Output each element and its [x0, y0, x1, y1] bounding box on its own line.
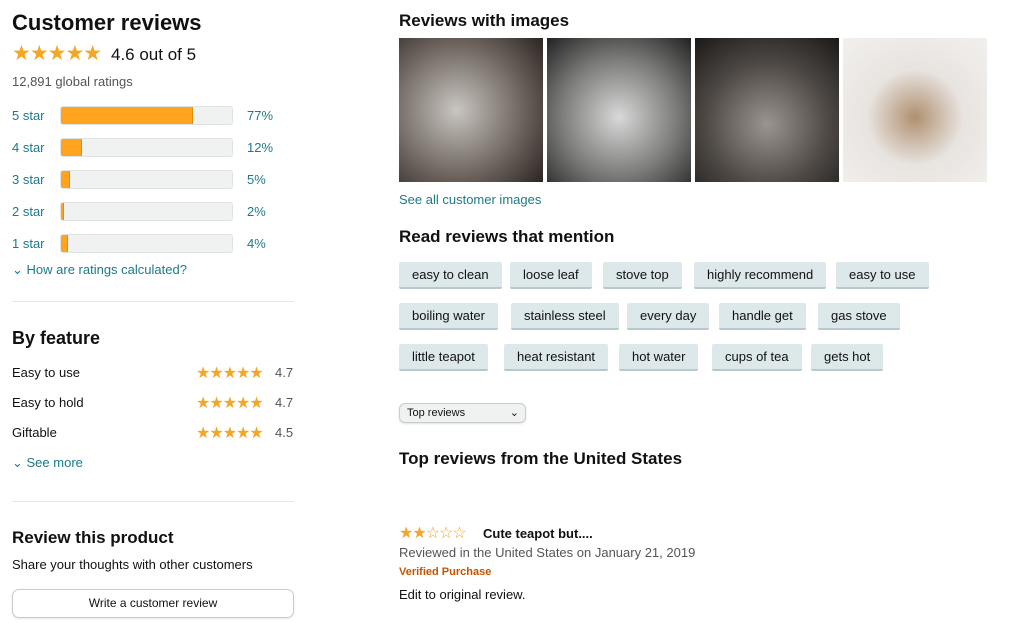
- review-meta: Reviewed in the United States on January…: [399, 545, 696, 560]
- rating-bar-fill: [61, 203, 65, 220]
- rating-bar[interactable]: [60, 234, 233, 253]
- rating-percent[interactable]: 77%: [247, 108, 273, 123]
- review-image[interactable]: [695, 38, 839, 182]
- rating-bar[interactable]: [60, 202, 233, 221]
- sort-selected: Top reviews: [407, 407, 466, 419]
- rating-bar-fill: [61, 171, 70, 188]
- star-filter-link[interactable]: 4 star: [12, 140, 45, 155]
- mention-chip[interactable]: stove top: [603, 262, 682, 289]
- feature-stars-icon: ★★★★★: [196, 425, 264, 442]
- feature-name: Easy to use: [12, 365, 80, 380]
- mention-chip[interactable]: boiling water: [399, 303, 498, 330]
- verified-badge: Verified Purchase: [399, 566, 492, 578]
- sort-dropdown[interactable]: Top reviews ⌄: [399, 403, 526, 423]
- mention-chip[interactable]: hot water: [619, 344, 699, 371]
- mention-chip[interactable]: highly recommend: [694, 262, 827, 289]
- top-reviews-title: Top reviews from the United States: [399, 449, 683, 468]
- feature-row: Giftable ★★★★★ 4.5: [12, 425, 294, 442]
- feature-value: 4.7: [275, 395, 294, 410]
- review-title[interactable]: Cute teapot but....: [483, 526, 593, 541]
- rating-stars-icon: ★★★★★: [12, 42, 102, 65]
- rating-bar-fill: [61, 235, 68, 252]
- rating-percent[interactable]: 5%: [247, 172, 266, 187]
- star-filter-link[interactable]: 2 star: [12, 204, 45, 219]
- feature-value: 4.7: [275, 365, 294, 380]
- rating-bar[interactable]: [60, 138, 233, 157]
- feature-name: Easy to hold: [12, 395, 84, 410]
- rating-percent[interactable]: 4%: [247, 236, 266, 251]
- mention-chip[interactable]: cups of tea: [712, 344, 802, 371]
- mention-chip[interactable]: easy to use: [836, 262, 929, 289]
- how-calculated-label: How are ratings calculated?: [26, 262, 187, 277]
- mention-chip[interactable]: little teapot: [399, 344, 488, 371]
- how-calculated-link[interactable]: ⌄ How are ratings calculated?: [12, 262, 187, 278]
- mention-chip[interactable]: gas stove: [818, 303, 900, 330]
- review-stars-icon: ★★☆☆☆: [399, 523, 467, 543]
- mention-chip[interactable]: stainless steel: [511, 303, 619, 330]
- see-more-link[interactable]: ⌄ See more: [12, 455, 83, 471]
- star-filled-icon: ★★: [399, 525, 427, 542]
- rating-bar[interactable]: [60, 106, 233, 125]
- rating-bar[interactable]: [60, 170, 233, 189]
- rating-bar-fill: [61, 107, 193, 124]
- global-ratings: 12,891 global ratings: [12, 74, 133, 89]
- star-filter-link[interactable]: 1 star: [12, 236, 45, 251]
- rating-percent[interactable]: 12%: [247, 140, 273, 155]
- feature-stars-icon: ★★★★★: [196, 365, 264, 382]
- star-filter-link[interactable]: 3 star: [12, 172, 45, 187]
- feature-row: Easy to use ★★★★★ 4.7: [12, 365, 294, 382]
- review-body: Edit to original review.: [399, 587, 526, 602]
- star-empty-icon: ☆☆☆: [425, 525, 467, 542]
- mention-chip[interactable]: handle get: [719, 303, 806, 330]
- review-product-subtitle: Share your thoughts with other customers: [12, 557, 253, 572]
- mention-chip[interactable]: easy to clean: [399, 262, 502, 289]
- by-feature-title: By feature: [12, 328, 101, 348]
- chevron-down-icon: ⌄: [509, 407, 519, 419]
- mention-chip[interactable]: gets hot: [811, 344, 884, 371]
- feature-row: Easy to hold ★★★★★ 4.7: [12, 395, 294, 412]
- see-all-images-link[interactable]: See all customer images: [399, 192, 541, 207]
- rating-bar-fill: [61, 139, 82, 156]
- rating-text: 4.6 out of 5: [111, 45, 197, 64]
- feature-value: 4.5: [275, 425, 294, 440]
- star-filter-link[interactable]: 5 star: [12, 108, 45, 123]
- review-image[interactable]: [399, 38, 543, 182]
- review-image[interactable]: [843, 38, 987, 182]
- rating-percent[interactable]: 2%: [247, 204, 266, 219]
- mention-chip[interactable]: loose leaf: [510, 262, 592, 289]
- mention-chip[interactable]: every day: [627, 303, 710, 330]
- page-title: Customer reviews: [12, 10, 202, 35]
- review-product-title: Review this product: [12, 528, 174, 547]
- feature-name: Giftable: [12, 425, 57, 440]
- mention-chip[interactable]: heat resistant: [504, 344, 609, 371]
- images-title: Reviews with images: [399, 11, 570, 30]
- divider: [12, 301, 294, 302]
- review-image[interactable]: [547, 38, 691, 182]
- see-more-label: See more: [26, 455, 83, 470]
- feature-stars-icon: ★★★★★: [196, 395, 264, 412]
- write-review-button[interactable]: Write a customer review: [12, 589, 294, 618]
- divider: [12, 501, 294, 502]
- mentions-title: Read reviews that mention: [399, 227, 615, 246]
